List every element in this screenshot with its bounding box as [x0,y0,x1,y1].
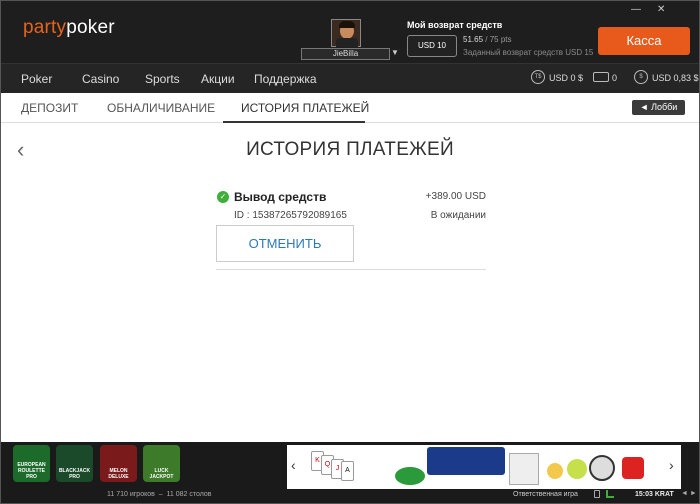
tab-payment-history[interactable]: ИСТОРИЯ ПЛАТЕЖЕЙ [241,101,369,115]
transaction-id: ID : 15387265792089165 [234,210,347,221]
username-field[interactable]: JieBilla [301,48,390,60]
cashier-tabs: ДЕПОЗИТ ОБНАЛИЧИВАНИЕ ИСТОРИЯ ПЛАТЕЖЕЙ ◄… [1,93,699,123]
nav-item-poker[interactable]: Poker [21,72,52,86]
game-tile-luck-jackpot[interactable]: LUCK JACKPOT [143,445,180,482]
check-icon: ✓ [217,191,229,203]
minimize-icon[interactable]: — [631,4,641,15]
nav-item-promotions[interactable]: Акции [201,72,235,86]
chip-stack-image [395,467,425,485]
tournament-dollars-icon: T$ [531,70,545,84]
chevron-down-icon[interactable]: ▼ [391,48,399,57]
main-balance[interactable]: USD 0,83 $ [652,73,699,83]
transaction-amount: +389.00 USD [425,191,486,202]
nav-item-sports[interactable]: Sports [145,72,180,86]
cashback-target: Заданный возврат средств USD 15 [463,48,594,57]
active-tab-indicator [223,121,365,123]
signal-icon [606,490,614,498]
tab-withdraw[interactable]: ОБНАЛИЧИВАНИЕ [107,101,215,115]
bingo-card-image [509,453,539,485]
transaction-type: Вывод средств [234,190,327,204]
cashier-content: ДЕПОЗИТ ОБНАЛИЧИВАНИЕ ИСТОРИЯ ПЛАТЕЖЕЙ ◄… [1,93,699,442]
partypoker-logo: partypoker [23,17,115,38]
avatar[interactable] [331,19,361,47]
footer: EUROPEAN ROULETTE PRO BLACKJACK PRO MELO… [1,442,699,503]
soccer-ball-image [589,455,615,481]
cancel-button[interactable]: ОТМЕНИТЬ [216,225,354,262]
cashback-points: 51.65 / 75 pts [463,35,512,44]
lock-icon [594,490,600,498]
page-title: ИСТОРИЯ ПЛАТЕЖЕЙ [246,139,454,160]
clock: 15:03 KRAT [635,491,674,498]
game-tile-european-roulette[interactable]: EUROPEAN ROULETTE PRO [13,445,50,482]
tab-deposit[interactable]: ДЕПОЗИТ [21,101,78,115]
ticker-arrows-icon[interactable]: ◄ ► [681,490,697,497]
slot-machine-image [427,447,505,475]
coin-icon: $ [634,70,648,84]
online-stats: 11 710 игроков – 11 082 столов [107,491,212,498]
lobby-button[interactable]: ◄ Лобби [632,100,685,115]
cashback-usd-button[interactable]: USD 10 [407,35,457,57]
banner-prev-icon[interactable]: ‹ [291,457,296,473]
game-tile-melon-deluxe[interactable]: MELON DELUXE [100,445,137,482]
banner-next-icon[interactable]: › [669,457,674,473]
nav-item-casino[interactable]: Casino [82,72,119,86]
tennis-ball-image [567,459,587,479]
ts-balance[interactable]: USD 0 $ [549,73,583,83]
divider [216,269,486,270]
promo-banner[interactable]: ‹ K Q J A › [287,445,681,489]
tickets-count[interactable]: 0 [612,73,617,83]
transaction-status: В ожидании [430,210,486,221]
close-icon[interactable]: ✕ [657,4,665,15]
responsible-gaming-link[interactable]: Ответственная игра [513,491,578,498]
header: partypoker JieBilla ▼ Мой возврат средст… [1,1,699,63]
ticket-icon [593,72,609,82]
bingo-ball-image [547,463,563,479]
cashback-title: Мой возврат средств [407,20,503,30]
app-window: partypoker JieBilla ▼ Мой возврат средст… [0,0,700,504]
cashier-button[interactable]: Касса [598,27,690,55]
dice-image [622,457,644,479]
main-nav: Poker Casino Sports Акции Поддержка T$ U… [1,63,699,93]
card-image: A [341,461,354,481]
game-tile-blackjack[interactable]: BLACKJACK PRO [56,445,93,482]
nav-item-support[interactable]: Поддержка [254,72,317,86]
